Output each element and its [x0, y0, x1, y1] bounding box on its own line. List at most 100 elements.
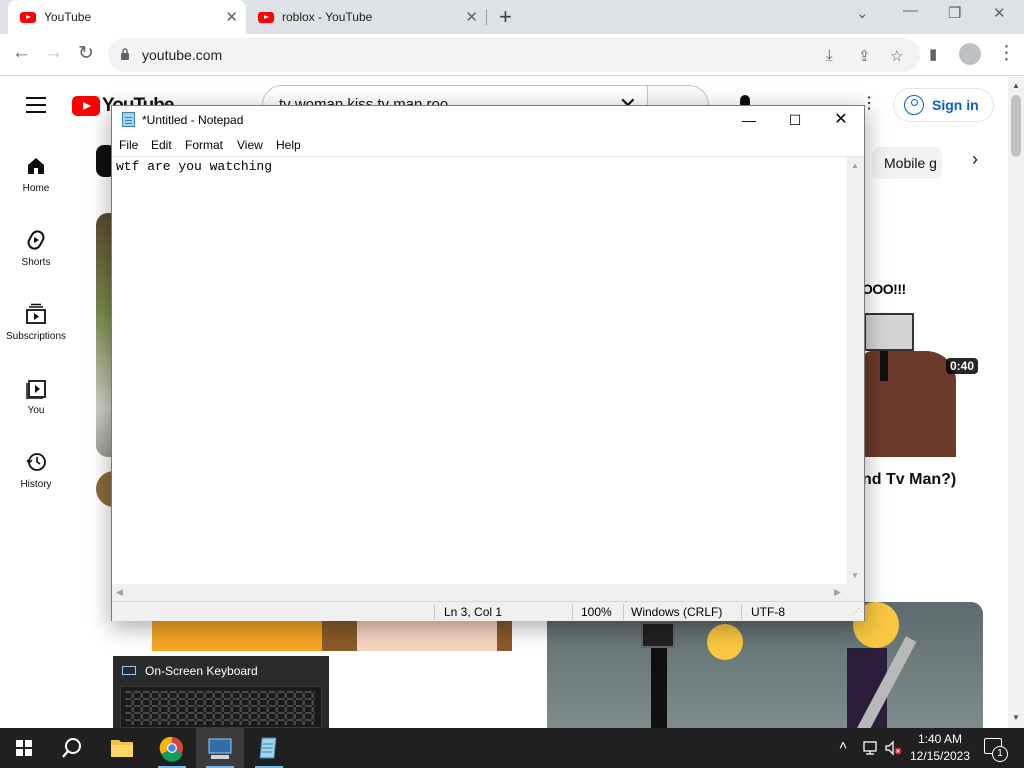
browser-toolbar: ← → ↻ youtube.com ⤓ ⇪ ☆ ▮ ⋮ — [0, 34, 1024, 76]
notepad-icon — [122, 112, 135, 127]
back-arrow-icon[interactable]: ← — [12, 42, 31, 64]
shorts-icon — [27, 230, 45, 250]
status-divider — [434, 604, 435, 620]
home-icon — [28, 158, 44, 174]
menu-edit[interactable]: Edit — [151, 138, 172, 152]
scrollbar-thumb[interactable] — [1011, 95, 1021, 157]
show-hidden-icons-icon[interactable]: ˄ — [839, 737, 847, 753]
profile-avatar-icon[interactable] — [959, 43, 981, 65]
guide-item-home[interactable]: Home — [0, 155, 72, 194]
close-icon[interactable]: ✕ — [993, 4, 1006, 22]
keyboard-thumbnail — [120, 686, 322, 728]
video-thumbnail[interactable]: OOO!!! — [862, 213, 984, 457]
scroll-up-icon[interactable]: ▲ — [1012, 81, 1020, 90]
chrome-menu-icon[interactable]: ⋮ — [997, 42, 1016, 65]
scroll-up-icon[interactable]: ▲ — [851, 161, 859, 170]
share-icon[interactable]: ⇪ — [858, 47, 871, 65]
thumbnail-caption: OOO!!! — [862, 281, 906, 297]
on-screen-keyboard-icon — [208, 738, 232, 759]
restore-icon[interactable]: ❐ — [948, 4, 961, 22]
chevron-down-icon[interactable]: ⌄ — [856, 4, 869, 22]
hamburger-menu-icon[interactable] — [26, 97, 46, 118]
volume-muted-icon[interactable] — [884, 740, 904, 756]
forward-arrow-icon[interactable]: → — [44, 42, 63, 64]
network-icon[interactable] — [862, 740, 880, 756]
close-tab-icon[interactable]: ✕ — [225, 8, 238, 26]
thumbnail-tie — [880, 351, 888, 381]
address-bar[interactable]: youtube.com ⤓ ⇪ ☆ — [108, 38, 920, 72]
reload-icon[interactable]: ↻ — [78, 42, 94, 65]
tab-roblox-youtube[interactable]: roblox - YouTube ✕ — [248, 0, 486, 34]
thumbnail-tv-head — [641, 622, 675, 648]
youtube-play-icon — [72, 96, 100, 116]
clock-date: 12/15/2023 — [909, 749, 971, 763]
resize-grip-icon[interactable]: ⋰ — [852, 607, 860, 616]
guide-item-subscriptions[interactable]: Subscriptions — [0, 303, 72, 342]
guide-item-history[interactable]: History — [0, 451, 72, 490]
minimize-icon[interactable]: — — [726, 106, 772, 134]
guide-label: History — [20, 479, 52, 490]
close-tab-icon[interactable]: ✕ — [465, 8, 478, 26]
menu-view[interactable]: View — [237, 138, 263, 152]
thumbnail-suit — [862, 351, 956, 457]
guide-label: Shorts — [21, 257, 51, 268]
start-button[interactable] — [0, 728, 48, 768]
system-clock[interactable]: 1:40 AM 12/15/2023 — [908, 731, 972, 765]
taskbar-file-explorer[interactable] — [98, 728, 146, 768]
bookmark-star-icon[interactable]: ☆ — [890, 47, 903, 65]
clock-time: 1:40 AM — [917, 732, 963, 746]
youtube-favicon-icon — [258, 11, 274, 23]
video-title[interactable]: nd Tv Man?) — [862, 471, 956, 489]
windows-taskbar: ˄ 1:40 AM 12/15/2023 1 — [0, 728, 1024, 768]
scroll-down-icon[interactable]: ▼ — [1012, 713, 1020, 722]
guide-item-shorts[interactable]: Shorts — [0, 229, 72, 268]
notepad-window: *Untitled - Notepad — ☐ ✕ File Edit Form… — [111, 105, 865, 621]
status-line-ending: Windows (CRLF) — [631, 605, 723, 619]
notification-count-badge: 1 — [992, 746, 1008, 762]
tab-youtube[interactable]: YouTube ✕ — [8, 0, 246, 34]
sign-in-button[interactable]: Sign in — [893, 88, 994, 122]
side-panel-icon[interactable]: ▮ — [929, 45, 937, 63]
notepad-title: *Untitled - Notepad — [142, 113, 244, 127]
taskbar-on-screen-keyboard[interactable] — [196, 728, 244, 768]
horizontal-scrollbar[interactable]: ◀ ▶ — [112, 584, 864, 601]
menu-file[interactable]: File — [119, 138, 138, 152]
page-scrollbar[interactable]: ▲ ▼ — [1008, 77, 1024, 728]
thumbnail-tv-head — [864, 313, 914, 351]
scroll-right-icon[interactable]: ▶ — [834, 587, 841, 598]
account-circle-icon — [904, 95, 924, 115]
chip-mobile-games[interactable]: Mobile g — [872, 147, 942, 179]
lock-icon — [121, 48, 129, 60]
chevron-right-icon[interactable]: › — [972, 149, 978, 170]
scroll-down-icon[interactable]: ▼ — [851, 571, 859, 580]
close-icon[interactable]: ✕ — [818, 106, 864, 134]
start-icon — [16, 740, 32, 756]
status-encoding: UTF-8 — [751, 605, 785, 619]
notepad-content: wtf are you watching — [116, 159, 273, 174]
history-icon — [26, 453, 46, 471]
notepad-text-area[interactable]: wtf are you watching ▲ ▼ — [112, 156, 864, 585]
scroll-left-icon[interactable]: ◀ — [116, 587, 123, 598]
guide-label: Home — [22, 183, 50, 194]
vertical-scrollbar[interactable]: ▲ ▼ — [847, 157, 864, 585]
tab-separator — [486, 9, 487, 25]
notepad-menu-bar: File Edit Format View Help — [112, 134, 864, 156]
keyboard-icon — [122, 666, 136, 675]
search-icon — [62, 738, 81, 758]
status-cursor-position: Ln 3, Col 1 — [444, 605, 503, 619]
install-app-icon[interactable]: ⤓ — [826, 47, 833, 64]
guide-label: Subscriptions — [5, 331, 67, 342]
maximize-icon[interactable]: ☐ — [772, 106, 818, 134]
menu-help[interactable]: Help — [276, 138, 301, 152]
menu-format[interactable]: Format — [185, 138, 223, 152]
taskbar-chrome[interactable] — [148, 728, 196, 768]
plus-icon[interactable]: + — [499, 4, 512, 30]
status-divider — [741, 604, 742, 620]
taskbar-search-button[interactable] — [48, 728, 96, 768]
guide-item-you[interactable]: You — [0, 377, 72, 416]
minimize-icon[interactable]: — — [903, 2, 918, 19]
on-screen-keyboard-preview[interactable]: On-Screen Keyboard — [113, 656, 329, 728]
notepad-title-bar[interactable]: *Untitled - Notepad — ☐ ✕ — [112, 106, 864, 134]
taskbar-notepad[interactable] — [245, 728, 293, 768]
subscriptions-icon — [26, 303, 46, 324]
